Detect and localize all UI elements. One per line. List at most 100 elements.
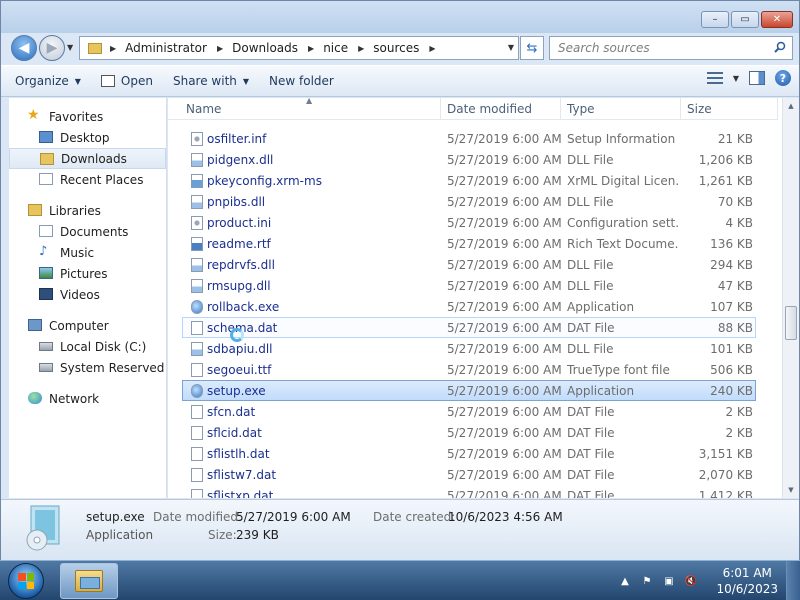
nav-desktop[interactable]: Desktop <box>9 127 166 148</box>
file-type: TrueType font file <box>567 362 670 377</box>
scroll-up-icon[interactable]: ▲ <box>783 98 799 114</box>
file-row[interactable]: sdbapiu.dll 5/27/2019 6:00 AM DLL File 101 … <box>182 338 756 359</box>
file-name: osfilter.inf <box>207 131 267 146</box>
nav-recent-places[interactable]: Recent Places <box>9 169 166 190</box>
file-row[interactable]: pidgenx.dll 5/27/2019 6:00 AM DLL File 1,20… <box>182 149 756 170</box>
nav-local-disk[interactable]: Local Disk (C:) <box>9 336 166 357</box>
details-pane: setup.exe Application Date modified: 5/2… <box>1 499 799 560</box>
file-row[interactable]: rollback.exe 5/27/2019 6:00 AM Application… <box>182 296 756 317</box>
start-button[interactable] <box>8 563 44 599</box>
view-options-icon[interactable] <box>706 72 723 84</box>
minimize-button[interactable]: – <box>701 11 729 28</box>
details-size-label: Size: <box>208 528 237 542</box>
back-button[interactable]: ◀ <box>11 35 37 61</box>
file-row[interactable]: sflcid.dat 5/27/2019 6:00 AM DAT File 2 KB <box>182 422 756 443</box>
file-row[interactable]: rmsupg.dll 5/27/2019 6:00 AM DLL File 47 KB <box>182 275 756 296</box>
file-row[interactable]: setup.exe 5/27/2019 6:00 AM Application 240… <box>182 380 756 401</box>
chevron-right-icon[interactable]: ▶ <box>358 44 364 53</box>
forward-button[interactable]: ▶ <box>39 35 65 61</box>
file-name: sflistw7.dat <box>207 467 277 482</box>
file-name: segoeui.ttf <box>207 362 272 377</box>
column-name[interactable]: ▲ Name <box>168 98 441 120</box>
search-icon[interactable] <box>774 41 786 53</box>
organize-button[interactable]: Organize ▼ <box>9 69 87 93</box>
title-bar[interactable]: – ▭ ✕ <box>1 1 799 33</box>
file-row[interactable]: product.ini 5/27/2019 6:00 AM Configuratio… <box>182 212 756 233</box>
address-bar[interactable]: ▶ Administrator ▶ Downloads ▶ nice ▶ sou… <box>79 36 519 60</box>
navigation-pane: ★ Favorites Desktop Downloads Recent Pla… <box>9 98 167 498</box>
volume-muted-icon[interactable]: 🔇 <box>684 574 698 588</box>
file-date-modified: 5/27/2019 6:00 AM <box>447 194 562 209</box>
nav-pictures[interactable]: Pictures <box>9 263 166 284</box>
preview-pane-icon[interactable] <box>749 71 765 85</box>
nav-favorites[interactable]: ★ Favorites <box>9 106 166 127</box>
file-type: Rich Text Docume... <box>567 236 679 251</box>
nav-libraries[interactable]: Libraries <box>9 200 166 221</box>
breadcrumb-nice[interactable]: nice <box>323 41 348 55</box>
file-size: 2,070 KB <box>698 467 753 482</box>
nav-computer[interactable]: Computer <box>9 315 166 336</box>
file-row[interactable]: sfcn.dat 5/27/2019 6:00 AM DAT File 2 KB <box>182 401 756 422</box>
scroll-thumb[interactable] <box>785 306 797 340</box>
file-row[interactable]: segoeui.ttf 5/27/2019 6:00 AM TrueType fon… <box>182 359 756 380</box>
nav-music[interactable]: ♪ Music <box>9 242 166 263</box>
column-type[interactable]: Type <box>561 98 681 120</box>
refresh-button[interactable]: ⇆ <box>520 36 544 60</box>
share-with-button[interactable]: Share with ▼ <box>167 69 255 93</box>
maximize-button[interactable]: ▭ <box>731 11 759 28</box>
file-name: sflcid.dat <box>207 425 262 440</box>
taskbar-explorer-button[interactable] <box>60 563 118 599</box>
nav-network[interactable]: Network <box>9 388 166 409</box>
chevron-right-icon[interactable]: ▶ <box>110 44 116 53</box>
setup-application-icon <box>26 505 60 551</box>
dat-file-icon <box>191 405 203 419</box>
network-status-icon[interactable]: ▣ <box>662 574 676 588</box>
file-size: 107 KB <box>710 299 753 314</box>
file-row[interactable]: schema.dat 5/27/2019 6:00 AM DAT File 88 KB <box>182 317 756 338</box>
file-row[interactable]: readme.rtf 5/27/2019 6:00 AM Rich Text Doc… <box>182 233 756 254</box>
new-folder-button[interactable]: New folder <box>263 69 340 93</box>
chevron-right-icon[interactable]: ▶ <box>429 44 435 53</box>
breadcrumb-downloads[interactable]: Downloads <box>232 41 298 55</box>
show-hidden-icons-icon[interactable]: ▲ <box>618 574 632 588</box>
recent-pages-dropdown[interactable]: ▼ <box>67 43 73 52</box>
address-dropdown-icon[interactable]: ▼ <box>508 43 514 52</box>
chevron-right-icon[interactable]: ▶ <box>217 44 223 53</box>
clock[interactable]: 6:01 AM 10/6/2023 <box>716 565 778 597</box>
file-row[interactable]: pkeyconfig.xrm-ms 5/27/2019 6:00 AM XrML D… <box>182 170 756 191</box>
favorites-group: ★ Favorites Desktop Downloads Recent Pla… <box>9 106 166 190</box>
clock-time: 6:01 AM <box>722 566 772 580</box>
file-row[interactable]: sflistw7.dat 5/27/2019 6:00 AM DAT File 2,0… <box>182 464 756 485</box>
file-row[interactable]: repdrvfs.dll 5/27/2019 6:00 AM DLL File 294… <box>182 254 756 275</box>
nav-downloads[interactable]: Downloads <box>9 148 166 169</box>
scroll-down-icon[interactable]: ▼ <box>783 482 799 498</box>
search-input[interactable] <box>550 37 760 59</box>
show-desktop-button[interactable] <box>786 561 800 600</box>
open-button[interactable]: Open <box>95 69 159 93</box>
file-size: 3,151 KB <box>698 446 753 461</box>
file-row[interactable]: pnpibs.dll 5/27/2019 6:00 AM DLL File 70 KB <box>182 191 756 212</box>
breadcrumb-administrator[interactable]: Administrator <box>125 41 207 55</box>
action-center-flag-icon[interactable]: ⚑ <box>640 574 654 588</box>
nav-documents[interactable]: Documents <box>9 221 166 242</box>
window-icon <box>100 75 115 87</box>
nav-system-reserved[interactable]: System Reserved (E:) <box>9 357 166 378</box>
chevron-down-icon[interactable]: ▼ <box>733 74 739 83</box>
help-icon[interactable]: ? <box>775 70 791 86</box>
file-name: setup.exe <box>207 383 266 398</box>
close-button[interactable]: ✕ <box>761 11 793 28</box>
file-row[interactable]: osfilter.inf 5/27/2019 6:00 AM Setup Infor… <box>182 128 756 149</box>
file-date-modified: 5/27/2019 6:00 AM <box>447 341 562 356</box>
file-row[interactable]: sflistlh.dat 5/27/2019 6:00 AM DAT File 3,1… <box>182 443 756 464</box>
file-name: sdbapiu.dll <box>207 341 273 356</box>
open-label: Open <box>120 74 153 88</box>
file-name: sflistxp.dat <box>207 488 274 499</box>
breadcrumb-sources[interactable]: sources <box>373 41 419 55</box>
column-size[interactable]: Size <box>681 98 778 120</box>
column-date-modified[interactable]: Date modified <box>441 98 561 120</box>
file-row[interactable]: sflistxp.dat 5/27/2019 6:00 AM DAT File 1,4… <box>182 485 756 498</box>
chevron-right-icon[interactable]: ▶ <box>308 44 314 53</box>
nav-videos[interactable]: Videos <box>9 284 166 305</box>
vertical-scrollbar[interactable]: ▲ ▼ <box>782 98 799 498</box>
file-name: repdrvfs.dll <box>207 257 275 272</box>
